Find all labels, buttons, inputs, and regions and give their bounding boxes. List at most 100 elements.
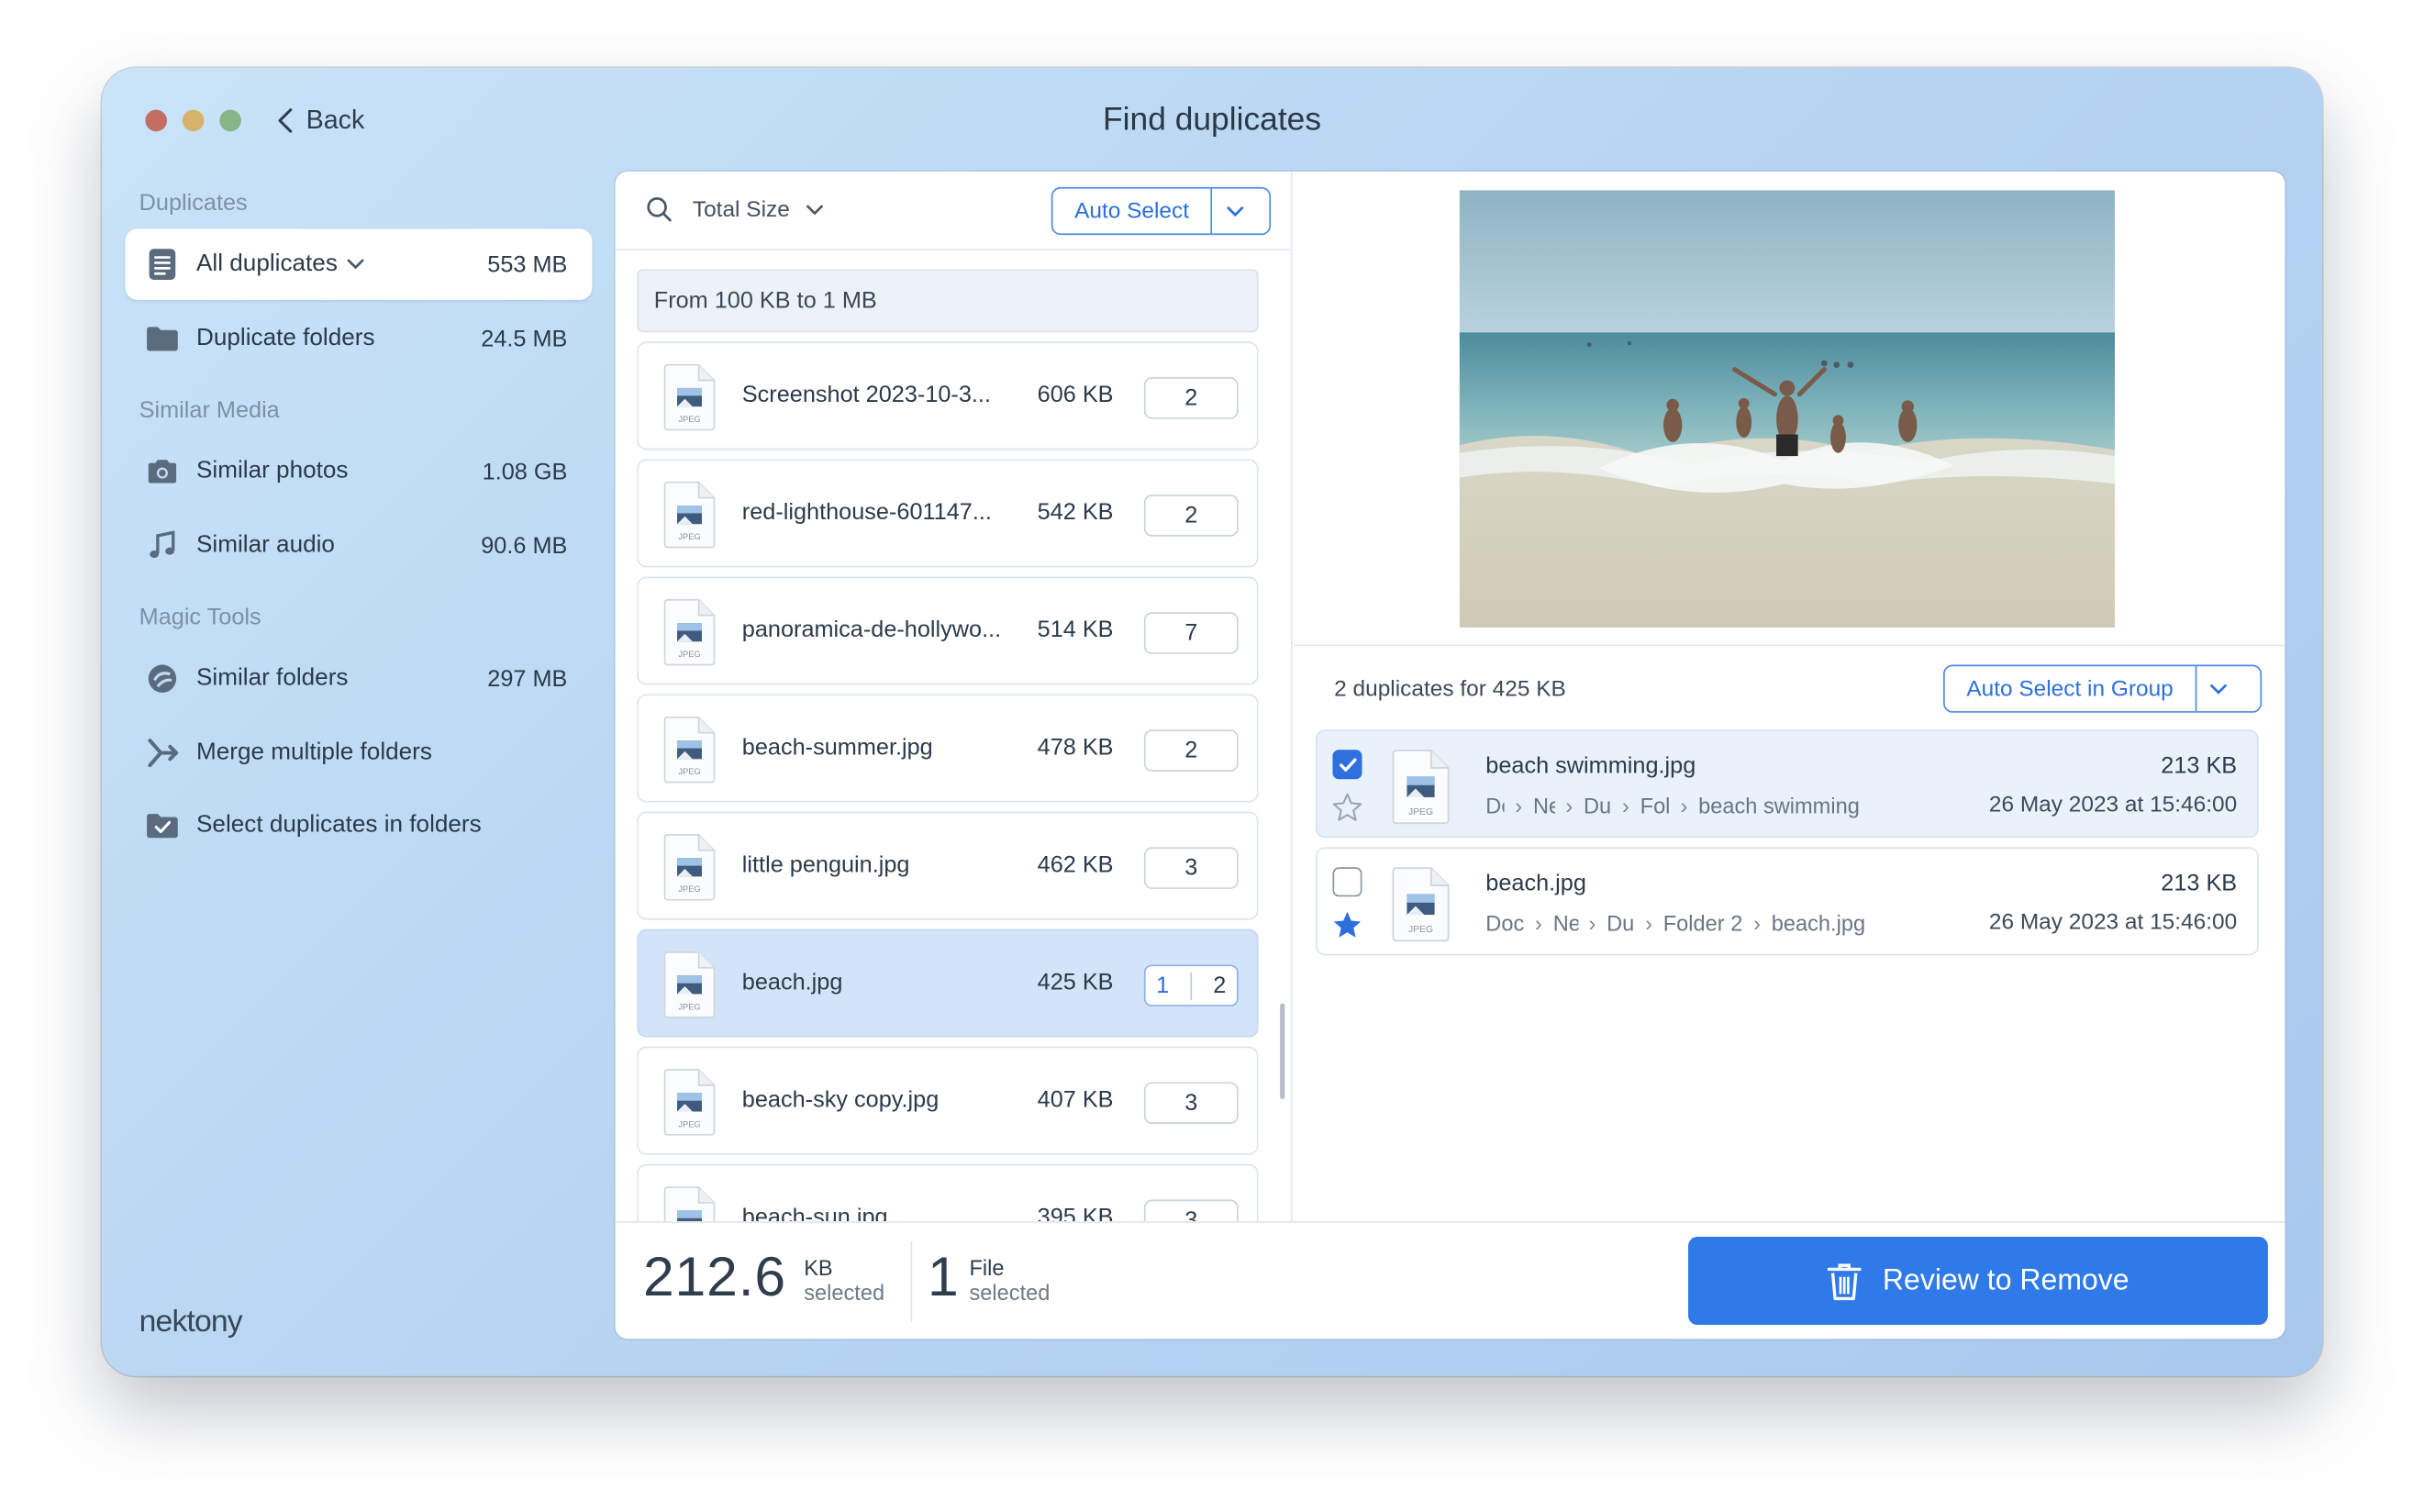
list-item[interactable]: JPEG beach-sky copy.jpg 407 KB 3 [637,1046,1259,1155]
sidebar-item-merge-folders[interactable]: Merge multiple folders [125,717,592,789]
sidebar-item-label: Similar photos [195,457,349,484]
file-size: 478 KB [1037,734,1114,762]
path-segment[interactable]: beach swimming [1698,793,1860,817]
file-path: Doc › Ne › Du › Folder 2 › beach.jpg [1485,910,1865,935]
sidebar-item-select-duplicates-in-folders[interactable]: Select duplicates in folders [125,790,592,862]
star-outline-icon[interactable] [1331,792,1363,824]
sidebar-item-similar-folders[interactable]: Similar folders 297 MB [125,643,592,715]
file-name: beach swimming.jpg [1485,752,1696,780]
list-item[interactable]: JPEG beach-sun.jpg 395 KB 3 [637,1163,1259,1222]
total-count: 2 [1213,972,1227,999]
file-size: 462 KB [1037,851,1114,879]
file-size: 395 KB [1037,1204,1114,1222]
list-item[interactable]: JPEG Screenshot 2023-10-3... 606 KB 2 [637,341,1259,450]
svg-text:JPEG: JPEG [678,884,700,894]
svg-text:JPEG: JPEG [678,767,700,776]
file-name: beach-sky copy.jpg [741,1086,940,1114]
file-path: Do › Ne › Du › Fol › beach swimming [1485,793,1860,817]
path-segment[interactable]: Folder 2 [1663,910,1743,935]
file-name: Screenshot 2023-10-3... [741,382,991,408]
image-preview [1459,190,2116,628]
duplicate-file-row[interactable]: JPEG beach swimming.jpg Do › Ne › Du › Fol › bea… [1315,729,2259,839]
review-to-remove-button[interactable]: Review to Remove [1688,1237,2268,1326]
path-separator-icon: › [1565,793,1573,818]
path-segment[interactable]: Do [1485,793,1504,817]
file-date: 26 May 2023 at 15:46:00 [1988,910,2238,936]
path-segment[interactable]: beach.jpg [1772,910,1865,935]
file-name: beach-sun.jpg [741,1204,888,1222]
duplicate-count-badge: 3 [1143,1082,1239,1124]
file-size: 213 KB [2161,752,2238,780]
jpeg-file-icon: JPEG [663,716,716,792]
auto-select-button: Auto Select [1051,186,1272,236]
chevron-down-icon[interactable] [347,258,365,270]
file-size: 407 KB [1037,1086,1114,1114]
nektony-logo: nektony [139,1305,243,1340]
svg-text:JPEG: JPEG [678,415,700,424]
sort-label: Total Size [692,196,790,222]
path-segment[interactable]: Ne [1533,793,1555,817]
selected-files-unit: File selected [969,1255,1050,1305]
list-item[interactable]: JPEG beach-summer.jpg 478 KB 2 [637,694,1259,803]
select-checkbox[interactable] [1332,867,1362,897]
sidebar-item-similar-photos[interactable]: Similar photos 1.08 GB [125,436,592,507]
sidebar-item-label: Similar folders [195,664,349,692]
list-scrollbar[interactable] [1280,1003,1285,1100]
duplicate-count-badge: 7 [1143,612,1239,654]
auto-select-label: Auto Select [1074,198,1190,224]
group-header: From 100 KB to 1 MB [637,269,1259,333]
sort-dropdown[interactable]: Total Size [646,196,824,223]
auto-select-menu-button[interactable] [1210,188,1258,234]
window-title: Find duplicates [1103,102,1322,138]
duplicate-count-badge: 2 [1143,495,1239,537]
sidebar-section-duplicates: Duplicates [139,190,248,217]
select-checkbox[interactable] [1332,750,1362,780]
review-label: Review to Remove [1882,1263,2129,1296]
list-item[interactable]: JPEG beach.jpg 425 KB 1 2 [637,928,1259,1038]
auto-select-in-group-button: Auto Select in Group [1943,664,2263,713]
list-item[interactable]: JPEG panoramica-de-hollywo... 514 KB 7 [637,576,1259,685]
jpeg-file-icon: JPEG [1392,866,1451,951]
list-toolbar: Total Size Auto Select [615,172,1293,250]
jpeg-file-icon: JPEG [663,481,716,557]
duplicate-count-badge: 3 [1143,847,1239,889]
svg-text:JPEG: JPEG [678,1002,700,1011]
size-unit-label: KB [804,1255,833,1281]
duplicate-count-badge: 12 [1143,964,1239,1006]
size-unit-sub: selected [804,1280,885,1306]
selected-size-unit: KB selected [804,1255,884,1305]
file-date: 26 May 2023 at 15:46:00 [1988,793,2238,818]
similar-folders-icon [144,660,181,696]
duplicate-file-row[interactable]: JPEG beach.jpg Doc›Ne›Du›Folder 2›beach.… [1315,847,2259,956]
path-segment[interactable]: Fol [1640,793,1670,817]
auto-select-main[interactable]: Auto Select [1052,189,1210,234]
folder-check-icon [144,807,181,844]
path-segment[interactable]: Ne [1553,910,1578,935]
svg-text:JPEG: JPEG [1408,807,1433,817]
trash-icon [1827,1262,1862,1300]
sidebar-item-duplicate-folders[interactable]: Duplicate folders 24.5 MB [125,303,592,374]
auto-select-in-group-menu-button[interactable] [2195,666,2241,712]
footer-bar: 212.6 KB selected 1 File selected Review… [615,1221,2285,1340]
jpeg-file-icon: JPEG [663,833,716,909]
search-icon[interactable] [646,196,673,223]
duplicates-summary: 2 duplicates for 425 KB [1334,677,1566,702]
sidebar-item-value: 90.6 MB [481,532,568,560]
jpeg-file-icon: JPEG [1392,749,1451,834]
path-segment[interactable]: Doc [1485,910,1524,935]
sidebar-item-value: 1.08 GB [482,458,568,485]
path-separator-icon: › [1680,793,1688,818]
sidebar-item-all-duplicates[interactable]: All duplicates 553 MB [125,228,593,300]
file-name: beach.jpg [1485,870,1586,897]
star-filled-icon[interactable] [1331,909,1363,941]
list-item[interactable]: JPEG little penguin.jpg 462 KB 3 [637,811,1259,920]
file-name: little penguin.jpg [741,851,910,879]
sidebar-item-similar-audio[interactable]: Similar audio 90.6 MB [125,510,592,582]
path-segment[interactable]: Du [1584,793,1611,817]
jpeg-file-icon: JPEG [663,1068,716,1144]
jpeg-file-icon: JPEG [663,363,716,439]
path-segment[interactable]: Du [1607,910,1634,935]
auto-select-in-group-main[interactable]: Auto Select in Group [1945,666,2196,711]
list-item[interactable]: JPEG red-lighthouse-601147... 542 KB 2 [637,459,1259,568]
files-unit-sub: selected [969,1280,1051,1306]
